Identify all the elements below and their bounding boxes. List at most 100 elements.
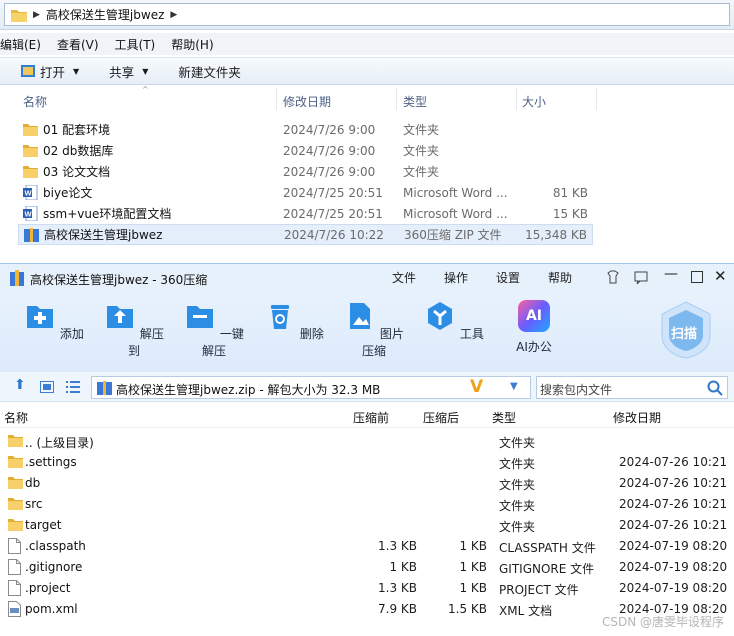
archive-row[interactable]: .settings 文件夹 2024-07-26 10:21 <box>0 451 734 472</box>
file-row[interactable]: 02 db数据库 2024/7/26 9:00 文件夹 <box>18 140 593 161</box>
one-click-extract-button[interactable]: 一键解压 <box>184 300 244 359</box>
menu-help[interactable]: 帮助(H) <box>163 36 221 53</box>
entry-date: 2024-07-26 10:21 <box>619 497 728 511</box>
file-name: biye论文 <box>43 186 93 200</box>
col-name[interactable]: 名称 <box>4 409 28 426</box>
svg-text:W: W <box>25 189 33 198</box>
menu-bar: 编辑(E) 查看(V) 工具(T) 帮助(H) <box>0 33 734 55</box>
entry-size-after: 1 KB <box>459 539 487 553</box>
new-folder-label: 新建文件夹 <box>178 64 241 80</box>
add-label: 添加 <box>59 327 84 341</box>
entry-size-before: 7.9 KB <box>378 602 417 616</box>
path-dropdown-icon[interactable]: ▼ <box>510 381 518 392</box>
archive-row[interactable]: src 文件夹 2024-07-26 10:21 <box>0 493 734 514</box>
one-click-extract-icon <box>187 306 214 328</box>
skin-icon[interactable] <box>606 270 620 284</box>
feedback-icon[interactable] <box>634 270 648 284</box>
new-folder-button[interactable]: 新建文件夹 <box>178 62 241 81</box>
entry-type: PROJECT 文件 <box>499 583 579 597</box>
col-size[interactable]: 大小 <box>522 93 546 110</box>
scan-button[interactable]: 扫描 <box>658 300 714 360</box>
file-type: 文件夹 <box>403 144 440 158</box>
col-type[interactable]: 类型 <box>403 93 427 110</box>
up-arrow-icon[interactable]: ⬆ <box>14 377 26 393</box>
archive-row[interactable]: .gitignore 1 KB 1 KB GITIGNORE 文件 2024-07-19… <box>0 556 734 577</box>
xml-file-icon <box>8 601 21 617</box>
folder-icon <box>11 9 27 22</box>
add-icon <box>27 306 54 328</box>
thumbnail-view-icon[interactable] <box>40 381 54 393</box>
entry-type: 文件夹 <box>499 499 536 513</box>
file-name: 03 论文文档 <box>43 165 111 179</box>
menu-tools[interactable]: 工具(T) <box>107 36 164 53</box>
add-button[interactable]: 添加 <box>24 300 84 342</box>
file-icon <box>8 580 21 596</box>
archive-row[interactable]: .classpath 1.3 KB 1 KB CLASSPATH 文件 2024-07-… <box>0 535 734 556</box>
col-size-after[interactable]: 压缩后 <box>423 409 459 426</box>
tools-button[interactable]: 工具 <box>424 300 484 342</box>
zip-titlebar: 高校保送生管理jbwez - 360压缩 文件 操作 设置 帮助 — ✕ <box>0 264 734 292</box>
path-bar: ⬆ 高校保送生管理jbwez.zip - 解包大小为 32.3 MB V ▼ 搜… <box>0 372 734 402</box>
folder-icon <box>8 475 23 491</box>
watermark: CSDN @唐雯毕设程序 <box>601 615 724 629</box>
entry-date: 2024-07-26 10:21 <box>619 476 728 490</box>
share-button[interactable]: 共享 ▼ <box>109 62 148 81</box>
file-name: 高校保送生管理jbwez <box>44 228 163 242</box>
col-separator[interactable] <box>596 88 597 110</box>
col-date[interactable]: 修改日期 <box>283 93 331 110</box>
file-row[interactable]: 01 配套环境 2024/7/26 9:00 文件夹 <box>18 119 593 140</box>
col-separator[interactable] <box>396 88 397 110</box>
tools-icon <box>428 302 453 330</box>
delete-button[interactable]: 删除 <box>264 300 324 342</box>
menu-view[interactable]: 查看(V) <box>49 36 107 53</box>
breadcrumb[interactable]: 高校保送生管理jbwez <box>46 6 164 23</box>
archive-path-field[interactable]: 高校保送生管理jbwez.zip - 解包大小为 32.3 MB V ▼ <box>91 376 531 399</box>
col-date[interactable]: 修改日期 <box>613 409 661 426</box>
maximize-icon[interactable] <box>691 271 703 283</box>
file-row[interactable]: Wbiye论文 2024/7/25 20:51 Microsoft Word ...… <box>18 182 593 203</box>
extract-to-button[interactable]: 解压到 <box>104 300 164 359</box>
archive-search-input[interactable]: 搜索包内文件 <box>536 376 728 399</box>
entry-type: 文件夹 <box>499 520 536 534</box>
v-logo-icon[interactable]: V <box>470 377 483 397</box>
zip-menu-operate[interactable]: 操作 <box>444 269 468 286</box>
file-row[interactable]: 03 论文文档 2024/7/26 9:00 文件夹 <box>18 161 593 182</box>
file-row[interactable]: Wssm+vue环境配置文档 2024/7/25 20:51 Microsoft W… <box>18 203 593 224</box>
ai-office-button[interactable]: AI AI办公 <box>504 300 564 355</box>
archive-row[interactable]: db 文件夹 2024-07-26 10:21 <box>0 472 734 493</box>
file-type: 360压缩 ZIP 文件 <box>404 228 502 242</box>
file-icon <box>8 538 21 554</box>
tools-label: 工具 <box>459 327 484 341</box>
search-icon[interactable] <box>707 380 723 396</box>
image-compress-button[interactable]: 图片压缩 <box>344 300 404 359</box>
word-doc-icon: W <box>23 205 38 222</box>
file-row[interactable]: 高校保送生管理jbwez 2024/7/26 10:22 360压缩 ZIP 文件 1… <box>18 224 593 245</box>
archive-row[interactable]: .. (上级目录) 文件夹 <box>0 430 734 451</box>
zip-menu-file[interactable]: 文件 <box>392 269 416 286</box>
archive-row[interactable]: target 文件夹 2024-07-26 10:21 <box>0 514 734 535</box>
open-button[interactable]: 打开 ▼ <box>20 62 79 81</box>
folder-icon <box>8 517 23 533</box>
col-name[interactable]: 名称 <box>23 93 47 110</box>
address-field[interactable]: ▶ 高校保送生管理jbwez ▶ <box>4 3 730 26</box>
col-type[interactable]: 类型 <box>492 409 516 426</box>
archive-row[interactable]: .project 1.3 KB 1 KB PROJECT 文件 2024-07-19 0… <box>0 577 734 598</box>
col-separator[interactable] <box>516 88 517 110</box>
archive-list-header: 名称 压缩前 压缩后 类型 修改日期 <box>0 404 734 428</box>
open-label: 打开 <box>40 64 66 80</box>
zip-menu-help[interactable]: 帮助 <box>548 269 572 286</box>
chevron-right-icon[interactable]: ▶ <box>33 10 40 20</box>
list-view-icon[interactable] <box>66 381 80 393</box>
file-date: 2024/7/25 20:51 <box>283 206 383 221</box>
file-size: 81 KB <box>552 185 588 200</box>
col-separator[interactable] <box>276 88 277 110</box>
close-icon[interactable]: ✕ <box>714 267 727 285</box>
minimize-icon[interactable]: — <box>664 266 678 282</box>
menu-edit[interactable]: 编辑(E) <box>0 36 49 53</box>
zip-file-icon <box>97 381 112 395</box>
col-size-before[interactable]: 压缩前 <box>353 409 389 426</box>
file-name: 02 db数据库 <box>43 144 114 158</box>
chevron-right-icon[interactable]: ▶ <box>170 10 177 20</box>
zip-menu-settings[interactable]: 设置 <box>496 269 520 286</box>
entry-date: 2024-07-26 10:21 <box>619 455 728 469</box>
